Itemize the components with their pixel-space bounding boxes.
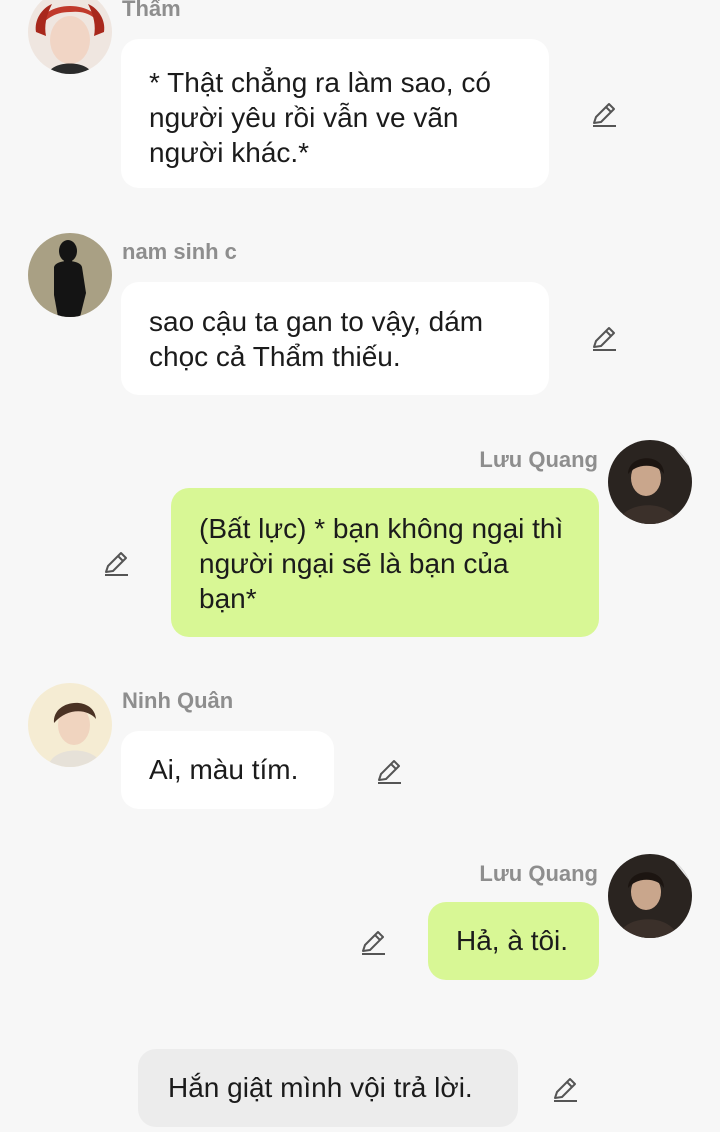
sender-name: Thẩm bbox=[122, 0, 181, 21]
sender-name: Lưu Quang bbox=[479, 447, 598, 472]
sender-name: Lưu Quang bbox=[479, 861, 598, 886]
edit-pencil-icon[interactable] bbox=[551, 1075, 579, 1103]
edit-pencil-icon[interactable] bbox=[590, 100, 618, 128]
avatar-nam-sinh-c[interactable] bbox=[28, 233, 112, 317]
edit-pencil-icon[interactable] bbox=[102, 549, 130, 577]
narration-bubble[interactable]: Hắn giật mình vội trả lời. bbox=[138, 1049, 518, 1127]
message-bubble[interactable]: Hả, à tôi. bbox=[428, 902, 599, 980]
edit-pencil-icon[interactable] bbox=[359, 928, 387, 956]
sender-name: nam sinh c bbox=[122, 239, 237, 264]
message-bubble[interactable]: * Thật chẳng ra làm sao, có người yêu rồ… bbox=[121, 39, 549, 188]
avatar-tham[interactable] bbox=[28, 0, 112, 74]
sender-name: Ninh Quân bbox=[122, 688, 234, 713]
avatar-ninh-quan[interactable] bbox=[28, 683, 112, 767]
edit-pencil-icon[interactable] bbox=[590, 324, 618, 352]
message-bubble[interactable]: sao cậu ta gan to vậy, dám chọc cả Thẩm … bbox=[121, 282, 549, 395]
message-bubble[interactable]: Ai, màu tím. bbox=[121, 731, 334, 809]
avatar-luu-quang[interactable] bbox=[608, 440, 692, 524]
avatar-luu-quang[interactable] bbox=[608, 854, 692, 938]
message-bubble[interactable]: (Bất lực) * bạn không ngại thì người ngạ… bbox=[171, 488, 599, 637]
edit-pencil-icon[interactable] bbox=[375, 757, 403, 785]
